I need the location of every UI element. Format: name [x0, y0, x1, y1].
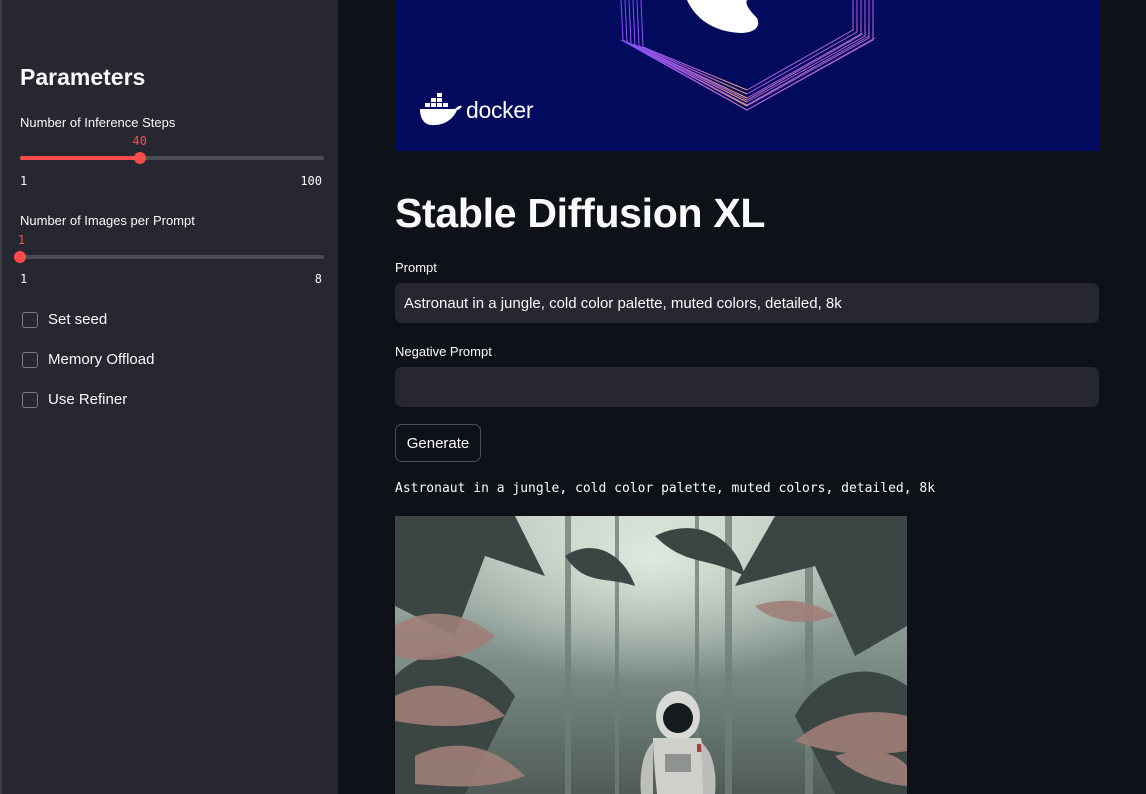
app-window: Parameters Number of Inference Steps 40 …	[0, 0, 1146, 794]
sidebar-title: Parameters	[20, 64, 146, 90]
checkbox-box[interactable]	[22, 391, 38, 408]
negative-prompt-label: Negative Prompt	[395, 344, 492, 359]
inference-steps-slider[interactable]	[20, 152, 324, 164]
images-per-prompt-min: 1	[20, 272, 28, 286]
inference-steps-value: 40	[132, 134, 147, 148]
docker-banner: docker	[395, 0, 1099, 151]
memory-offload-checkbox[interactable]: Memory Offload	[22, 351, 154, 368]
checkbox-box[interactable]	[22, 311, 38, 328]
inference-steps-thumb[interactable]	[133, 152, 146, 164]
images-per-prompt-max: 8	[314, 272, 322, 286]
banner-graphic	[620, 0, 876, 111]
prompt-input[interactable]: Astronaut in a jungle, cold color palett…	[395, 283, 1099, 323]
docker-whale-icon	[420, 93, 462, 126]
images-per-prompt-slider[interactable]	[14, 251, 324, 263]
use-refiner-checkbox[interactable]: Use Refiner	[22, 391, 127, 408]
checkbox-box[interactable]	[22, 351, 38, 368]
output-caption: Astronaut in a jungle, cold color palett…	[395, 481, 936, 496]
images-per-prompt-thumb[interactable]	[14, 251, 26, 263]
use-refiner-label: Use Refiner	[48, 391, 128, 408]
docker-wordmark: docker	[466, 96, 534, 123]
inference-steps-max: 100	[300, 174, 322, 188]
set-seed-checkbox[interactable]: Set seed	[22, 311, 107, 328]
generate-button[interactable]: Generate	[395, 424, 481, 462]
set-seed-label: Set seed	[48, 311, 108, 328]
generated-image	[395, 516, 907, 794]
negative-prompt-input[interactable]	[395, 367, 1099, 407]
main-content: docker Stable Diffusion XL Prompt Astron…	[338, 0, 1146, 794]
sidebar: Parameters Number of Inference Steps 40 …	[0, 0, 338, 794]
prompt-label: Prompt	[395, 260, 437, 275]
astronaut-jungle-image	[395, 516, 907, 794]
images-per-prompt-label: Number of Images per Prompt	[20, 213, 195, 228]
images-per-prompt-value: 1	[17, 233, 26, 247]
inference-steps-min: 1	[20, 174, 28, 188]
inference-steps-label: Number of Inference Steps	[20, 115, 176, 130]
memory-offload-label: Memory Offload	[48, 351, 155, 368]
inference-steps-fill	[20, 156, 140, 160]
docker-logo: docker	[419, 93, 534, 127]
page-title: Stable Diffusion XL	[395, 190, 766, 236]
